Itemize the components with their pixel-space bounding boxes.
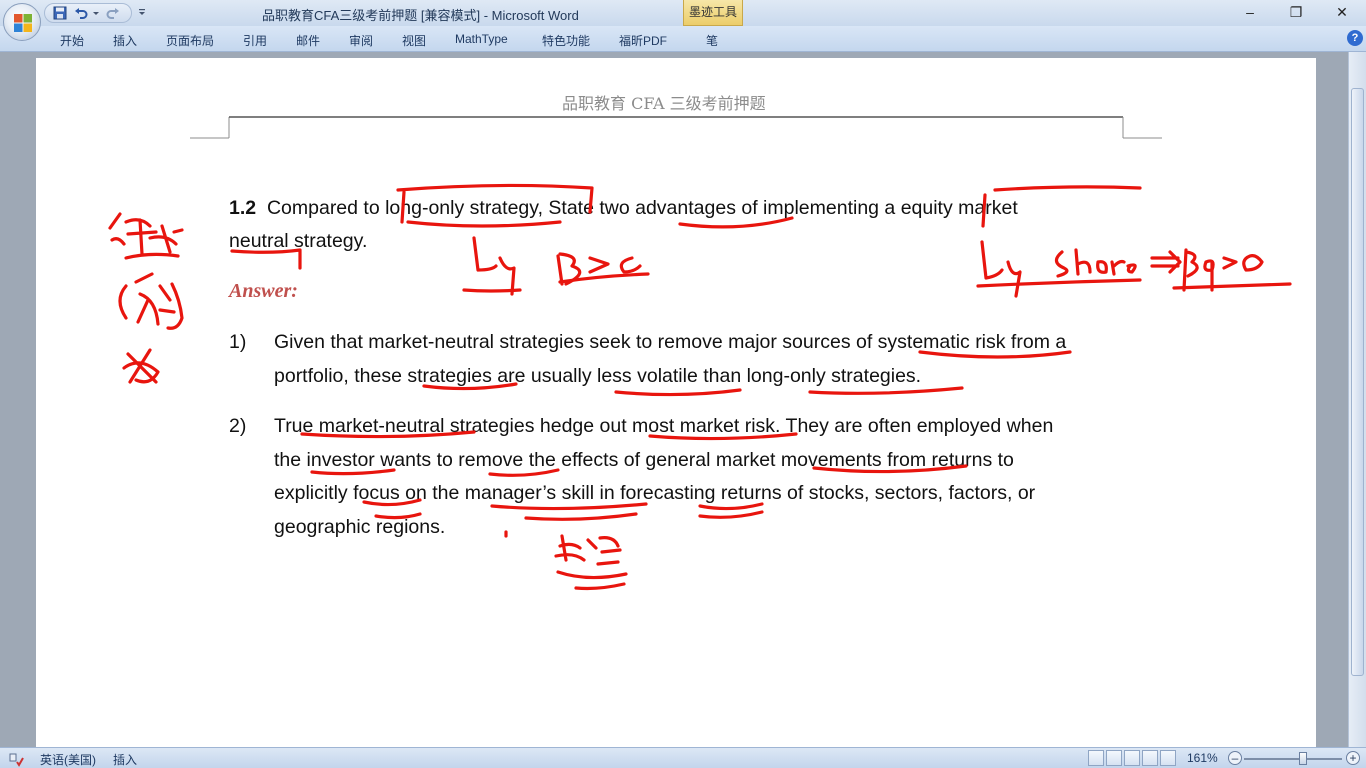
window-title: 品职教育CFA三级考前押题 [兼容模式] - Microsoft Word bbox=[262, 8, 579, 23]
insert-mode-indicator[interactable]: 插入 bbox=[113, 751, 137, 768]
list-item-number: 1) bbox=[229, 331, 247, 353]
question-line-2: neutral strategy. bbox=[229, 230, 368, 252]
tab-special-features[interactable]: 特色功能 bbox=[542, 32, 590, 49]
zoom-in-button[interactable]: + bbox=[1346, 751, 1360, 765]
zoom-level[interactable]: 161% bbox=[1187, 751, 1218, 765]
tab-review[interactable]: 审阅 bbox=[349, 32, 373, 49]
title-bar: 品职教育CFA三级考前押题 [兼容模式] - Microsoft Word 墨迹… bbox=[0, 0, 1366, 26]
office-logo-icon bbox=[14, 14, 32, 32]
vertical-scrollbar[interactable] bbox=[1348, 52, 1366, 747]
minimize-button[interactable]: – bbox=[1227, 0, 1273, 24]
tab-insert[interactable]: 插入 bbox=[113, 32, 137, 49]
list-item-line: the investor wants to remove the effects… bbox=[274, 449, 1014, 471]
question-text-1: Compared to long-only strategy, State tw… bbox=[266, 197, 1018, 219]
question-number: 1.2 bbox=[229, 197, 257, 219]
full-screen-reading-view-button[interactable] bbox=[1106, 750, 1122, 766]
office-button[interactable] bbox=[3, 3, 41, 41]
tab-foxit-pdf[interactable]: 福昕PDF bbox=[619, 32, 667, 49]
tab-mailings[interactable]: 邮件 bbox=[296, 32, 320, 49]
ink-tools-context-tab[interactable]: 墨迹工具 bbox=[683, 0, 743, 26]
status-bar: 英语(美国) 插入 161% – + bbox=[0, 747, 1366, 768]
tab-view[interactable]: 视图 bbox=[402, 32, 426, 49]
customize-qat-icon[interactable] bbox=[138, 6, 146, 20]
tab-references[interactable]: 引用 bbox=[243, 32, 267, 49]
question-line-1: 1.2 Compared to long-only strategy, Stat… bbox=[229, 197, 1018, 220]
answer-label: Answer: bbox=[229, 280, 298, 302]
outline-view-button[interactable] bbox=[1142, 750, 1158, 766]
list-item-line: Given that market-neutral strategies see… bbox=[274, 331, 1067, 353]
list-item-line: portfolio, these strategies are usually … bbox=[274, 365, 922, 387]
tab-pen[interactable]: 笔 bbox=[706, 32, 718, 49]
help-icon[interactable]: ? bbox=[1347, 30, 1363, 46]
restore-button[interactable]: ❐ bbox=[1273, 0, 1319, 24]
page-header: 品职教育 CFA 三级考前押题 bbox=[562, 94, 766, 113]
undo-dropdown-icon[interactable] bbox=[92, 6, 100, 20]
print-layout-view-button[interactable] bbox=[1088, 750, 1104, 766]
list-item-line: True market-neutral strategies hedge out… bbox=[274, 415, 1054, 437]
tab-page-layout[interactable]: 页面布局 bbox=[166, 32, 214, 49]
scrollbar-thumb[interactable] bbox=[1351, 88, 1364, 676]
document-page[interactable] bbox=[36, 58, 1316, 748]
close-button[interactable]: ✕ bbox=[1319, 0, 1365, 24]
tab-mathtype[interactable]: MathType bbox=[455, 32, 508, 46]
list-item-line: geographic regions. bbox=[274, 516, 446, 538]
list-item-line: explicitly focus on the manager’s skill … bbox=[274, 482, 1036, 504]
zoom-slider-track[interactable] bbox=[1244, 758, 1342, 760]
undo-icon[interactable] bbox=[74, 6, 88, 20]
draft-view-button[interactable] bbox=[1160, 750, 1176, 766]
list-item-number: 2) bbox=[229, 415, 247, 437]
language-indicator[interactable]: 英语(美国) bbox=[40, 751, 96, 768]
redo-icon[interactable] bbox=[106, 6, 120, 20]
zoom-out-button[interactable]: – bbox=[1228, 751, 1242, 765]
ribbon-tabs: 开始 插入 页面布局 引用 邮件 审阅 视图 MathType 特色功能 福昕P… bbox=[0, 26, 1366, 52]
tab-home[interactable]: 开始 bbox=[60, 32, 84, 49]
web-layout-view-button[interactable] bbox=[1124, 750, 1140, 766]
zoom-slider-thumb[interactable] bbox=[1298, 752, 1307, 765]
save-icon[interactable] bbox=[53, 6, 67, 20]
proofing-icon[interactable] bbox=[8, 751, 24, 767]
